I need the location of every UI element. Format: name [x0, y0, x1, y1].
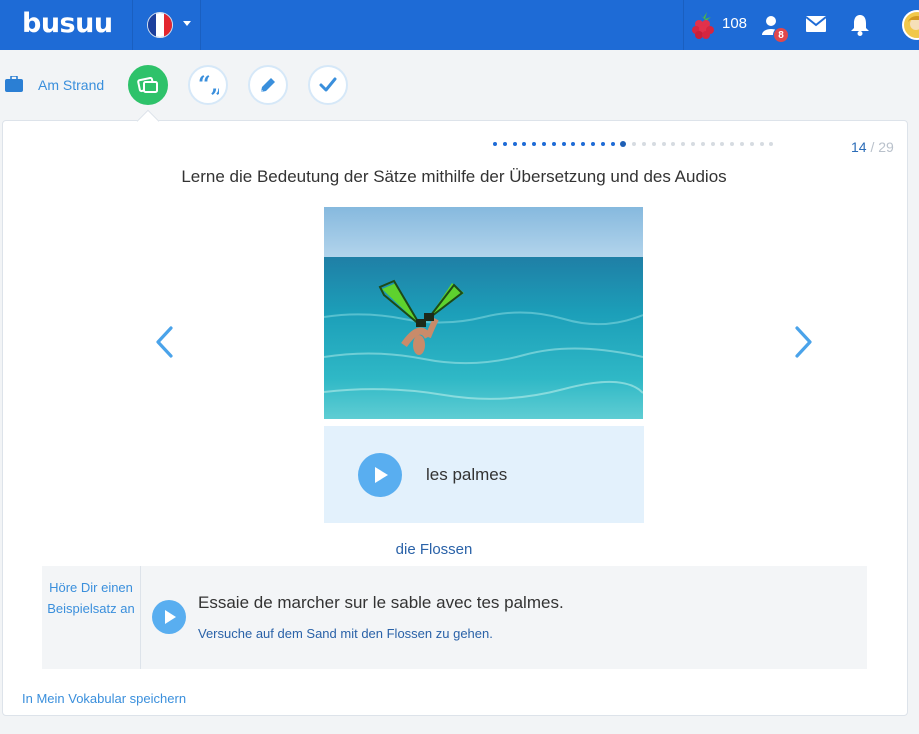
- progress-dot: [561, 142, 566, 146]
- progress-dot: [681, 142, 686, 146]
- word-translation: die Flossen: [395, 541, 473, 558]
- progress-dot: [700, 142, 705, 146]
- progress-dot: [720, 142, 725, 146]
- mail-icon[interactable]: [806, 16, 826, 32]
- nav-divider: [683, 0, 684, 50]
- flashcard-icon: [137, 76, 158, 93]
- step-dialogue[interactable]: “„: [188, 65, 228, 105]
- progress-dot: [632, 142, 637, 146]
- chevron-left-icon[interactable]: [153, 325, 177, 359]
- step-review[interactable]: [308, 65, 348, 105]
- vocab-word: les palmes: [426, 465, 508, 484]
- progress-dot: [710, 142, 715, 146]
- progress-dot: [690, 142, 695, 146]
- progress-dot: [493, 142, 497, 146]
- progress-dot: [661, 142, 666, 146]
- exercise-instruction: Lerne die Bedeutung der Sätze mithilfe d…: [181, 167, 727, 186]
- top-navigation: busuu 108 8: [0, 0, 919, 50]
- progress-dot: [541, 142, 546, 146]
- progress-dot: [581, 142, 586, 146]
- progress-dots: [493, 141, 779, 147]
- progress-dot: [522, 142, 527, 146]
- progress-dot: [610, 142, 615, 146]
- progress-dot: [769, 142, 774, 146]
- quote-icon: “„: [198, 75, 219, 95]
- vocab-image: [324, 207, 643, 419]
- chevron-down-icon[interactable]: [183, 21, 191, 26]
- progress-dot: [532, 142, 537, 146]
- briefcase-icon: [5, 76, 23, 92]
- progress-total: / 29: [870, 139, 894, 155]
- save-to-vocabulary-link[interactable]: In Mein Vokabular speichern: [22, 691, 186, 706]
- french-flag-icon[interactable]: [147, 12, 173, 38]
- pencil-icon: [261, 78, 275, 92]
- progress-dot: [590, 142, 595, 146]
- progress-counter: 14 / 29: [851, 139, 894, 155]
- progress-dot: [749, 142, 754, 146]
- progress-dot: [571, 142, 576, 146]
- progress-dot: [641, 142, 646, 146]
- nav-divider: [200, 0, 201, 50]
- points-counter: 108: [722, 15, 748, 32]
- play-word-button[interactable]: [358, 453, 402, 497]
- example-divider: [140, 566, 141, 669]
- progress-dot: [730, 142, 735, 146]
- busuu-logo[interactable]: busuu: [22, 8, 113, 39]
- example-translation: Versuche auf dem Sand mit den Flossen zu…: [198, 626, 493, 641]
- example-label[interactable]: Höre Dir einen Beispielsatz an: [42, 577, 140, 619]
- lesson-title[interactable]: Am Strand: [38, 77, 104, 93]
- progress-dot: [739, 142, 744, 146]
- notification-badge: 8: [773, 27, 789, 43]
- step-writing[interactable]: [248, 65, 288, 105]
- raspberry-icon[interactable]: [690, 10, 716, 40]
- svg-text:“„: “„: [198, 75, 219, 95]
- check-icon: [319, 77, 337, 92]
- progress-dot: [551, 142, 556, 146]
- progress-dot: [651, 142, 656, 146]
- progress-dot: [620, 141, 627, 147]
- nav-divider: [132, 0, 133, 50]
- progress-dot: [512, 142, 517, 146]
- example-sentence: Essaie de marcher sur le sable avec tes …: [198, 593, 564, 612]
- step-flashcards[interactable]: [128, 65, 168, 105]
- progress-dot: [502, 142, 507, 146]
- progress-dot: [671, 142, 676, 146]
- bell-icon[interactable]: [850, 14, 870, 36]
- play-example-button[interactable]: [152, 600, 186, 634]
- avatar[interactable]: [902, 10, 919, 40]
- chevron-right-icon[interactable]: [791, 325, 815, 359]
- progress-dot: [600, 142, 605, 146]
- progress-dot: [759, 142, 764, 146]
- progress-current: 14: [851, 139, 867, 155]
